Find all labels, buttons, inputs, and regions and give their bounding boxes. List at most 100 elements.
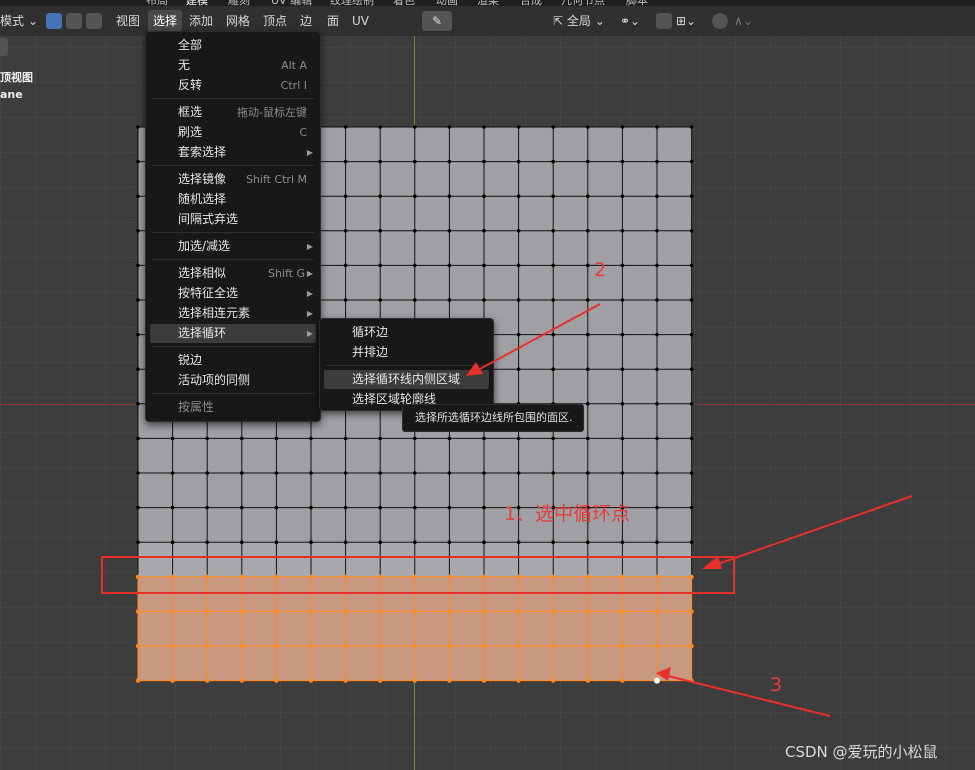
mesh-vertex: [240, 471, 244, 475]
mesh-vertex: [274, 505, 279, 510]
menu-item-shortcut: C: [299, 126, 307, 139]
header-menu-item[interactable]: 选择: [148, 10, 183, 32]
select-menu-item[interactable]: 加选/减选 ▶: [150, 237, 316, 256]
menu-item-shortcut: Ctrl I: [280, 79, 307, 92]
select-menu-item[interactable]: 锐边: [150, 351, 316, 370]
menu-item-label: 锐边: [178, 353, 203, 367]
mesh-vertex: [309, 540, 313, 544]
select-menu-item[interactable]: 框选 拖动-鼠标左键: [150, 103, 316, 122]
mesh-vertex: [551, 298, 555, 302]
mesh-vertex: [516, 471, 521, 475]
mesh-vertex: [586, 125, 590, 129]
loop-menu-item[interactable]: 并排边: [324, 343, 489, 362]
mesh-vertex: [447, 263, 452, 268]
mesh-vertex: [378, 436, 383, 441]
mesh-vertex: [240, 436, 244, 441]
falloff-icon[interactable]: ∧⌄: [734, 10, 753, 32]
edge-select-icon[interactable]: [66, 13, 82, 29]
mesh-vertex: [136, 367, 140, 372]
select-menu-item[interactable]: 全部: [150, 36, 316, 55]
view-name: 顶视图: [0, 71, 33, 84]
select-loops-submenu: 循环边 并排边 选择循环线内侧区域 选择区域轮廓线: [319, 318, 494, 411]
selected-vertex: [481, 609, 487, 614]
face-select-icon[interactable]: [86, 13, 102, 29]
mesh-vertex: [240, 505, 244, 510]
watermark: CSDN @爱玩的小松鼠: [785, 743, 938, 761]
snap-target-icon[interactable]: ⊞⌄: [676, 10, 696, 32]
select-menu-item[interactable]: 按属性: [150, 398, 316, 417]
selected-vertex: [343, 609, 348, 614]
mesh-vertex: [136, 436, 140, 441]
selected-vertex: [378, 678, 383, 683]
mesh-vertex: [170, 471, 175, 475]
select-menu-item[interactable]: 套索选择 ▶: [150, 143, 316, 162]
menu-item-shortcut: Shift Ctrl M: [245, 173, 307, 186]
mesh-vertex: [551, 332, 555, 337]
transform-orientation-dropdown[interactable]: ⇱ 全局 ⌄: [553, 10, 605, 32]
header-menu-item[interactable]: 面: [327, 10, 339, 32]
select-menu-item[interactable]: 按特征全选 ▶: [150, 284, 316, 303]
selected-vertex: [654, 643, 660, 649]
mesh-vertex: [551, 229, 555, 233]
loop-menu-item[interactable]: 循环边: [324, 323, 489, 342]
select-menu-item[interactable]: 反转 Ctrl I: [150, 76, 316, 95]
menu-item-shortcut: 拖动-鼠标左键: [237, 106, 307, 119]
mesh-vertex: [620, 471, 625, 475]
select-menu-item[interactable]: 选择镜像 Shift Ctrl M: [150, 170, 316, 189]
header-menu-item[interactable]: UV: [352, 10, 369, 32]
mesh-vertex: [516, 229, 521, 233]
eyedropper-icon[interactable]: ✎: [422, 11, 452, 31]
selected-vertex: [585, 643, 590, 649]
header-menu-item[interactable]: 网格: [226, 10, 250, 32]
submenu-arrow-icon: ▶: [306, 329, 313, 338]
header-menu-item[interactable]: 边: [300, 10, 312, 32]
menu-separator: [152, 393, 314, 394]
pivot-icon[interactable]: ⚭⌄: [620, 10, 640, 32]
mesh-vertex: [586, 229, 590, 233]
selected-vertex: [239, 643, 244, 649]
select-menu-item[interactable]: 选择循环 ▶: [150, 324, 316, 343]
select-menu-item[interactable]: 选择相连元素 ▶: [150, 304, 316, 323]
select-menu-item[interactable]: 活动项的同侧: [150, 371, 316, 390]
loop-menu-item[interactable]: 选择循环线内侧区域: [324, 370, 489, 389]
toolbar-toggle-icon[interactable]: [0, 38, 8, 56]
mesh-vertex: [586, 402, 590, 406]
select-menu-item[interactable]: 选择相似 Shift G ▶: [150, 264, 316, 283]
mesh-vertex: [655, 505, 659, 510]
mode-dropdown[interactable]: 模式 ⌄: [0, 10, 38, 32]
mesh-vertex: [620, 194, 625, 198]
mesh-vertex: [136, 402, 140, 406]
mesh-vertex: [586, 367, 590, 372]
mesh-vertex: [655, 229, 659, 233]
mesh-vertex: [516, 540, 521, 544]
header-menu-item[interactable]: 视图: [116, 10, 140, 32]
mesh-vertex: [482, 471, 486, 475]
mesh-vertex: [136, 505, 140, 510]
select-menu-item[interactable]: 无 Alt A: [150, 56, 316, 75]
submenu-arrow-icon: ▶: [306, 289, 313, 298]
mesh-vertex: [413, 194, 417, 198]
select-menu-item[interactable]: 随机选择: [150, 190, 316, 209]
mesh-vertex: [482, 263, 486, 268]
mesh-vertex: [170, 505, 175, 510]
select-menu-item[interactable]: 刷选 C: [150, 123, 316, 142]
mesh-vertex: [136, 263, 140, 268]
mesh-vertex: [413, 298, 417, 302]
header-menu-item[interactable]: 顶点: [263, 10, 287, 32]
proportional-edit-icon[interactable]: [712, 13, 728, 29]
mesh-vertex: [447, 436, 452, 441]
selected-vertex: [308, 609, 314, 614]
snap-icon[interactable]: [656, 13, 672, 29]
vertex-select-icon[interactable]: [46, 13, 62, 29]
mesh-vertex: [620, 540, 625, 544]
menu-separator: [152, 346, 314, 347]
select-menu-item[interactable]: 间隔式弃选: [150, 210, 316, 229]
mesh-vertex: [586, 436, 590, 441]
mesh-vertex: [447, 159, 452, 164]
mesh-vertex: [516, 436, 521, 441]
selected-vertex: [516, 643, 521, 649]
selected-vertex: [689, 643, 694, 649]
header-menu-item[interactable]: 添加: [189, 10, 213, 32]
selected-vertex: [308, 643, 314, 649]
mesh-vertex: [482, 505, 486, 510]
